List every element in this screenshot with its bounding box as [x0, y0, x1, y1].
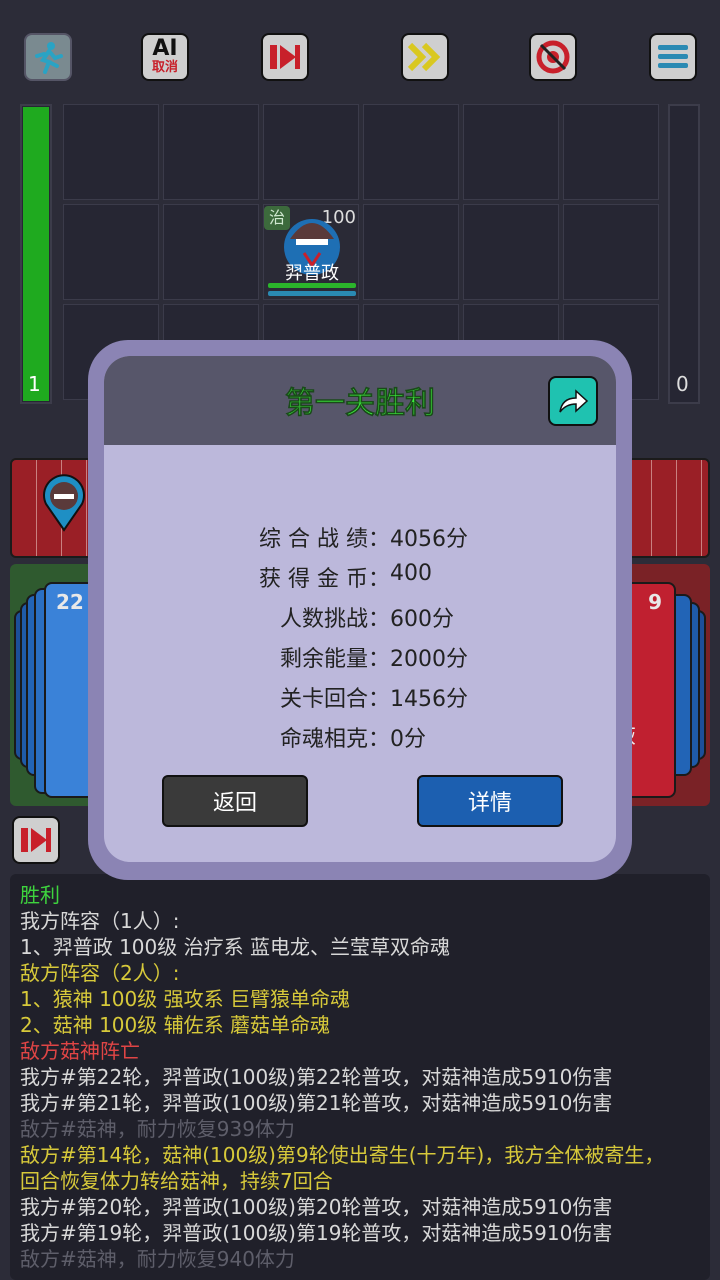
stat-row: 命魂相克： 0分 [104, 721, 616, 761]
right-energy-bar: 0 [668, 104, 700, 404]
stat-value: 400 [390, 561, 432, 586]
target-button[interactable] [529, 33, 577, 81]
share-arrow-icon [559, 389, 589, 413]
stat-row: 剩余能量： 2000分 [104, 641, 616, 681]
grid-cell[interactable] [563, 204, 659, 300]
victory-dialog: 第一关胜利 综 合 战 绩： 4056分获 得 金 币： 400 人数挑战： 600分剩… [88, 340, 632, 880]
skip-turn-button-bottom[interactable] [12, 816, 60, 864]
grid-cell[interactable] [163, 204, 259, 300]
stat-label: 综 合 战 绩： [259, 527, 390, 552]
player-deck-count: 22 [56, 590, 84, 614]
stat-label: 人数挑战： [279, 607, 390, 632]
grid-cell[interactable] [563, 104, 659, 200]
log-line: 敌方菇神阵亡 [20, 1039, 140, 1063]
left-energy-fill [23, 107, 49, 401]
fast-forward-button[interactable] [401, 33, 449, 81]
stat-value: 1456分 [390, 687, 468, 712]
hamburger-icon [658, 45, 688, 68]
stat-value: 600分 [390, 607, 454, 632]
log-line: 我方#第21轮，羿普政(100级)第21轮普攻，对菇神造成5910伤害 [20, 1091, 613, 1115]
unit-cell[interactable]: 治 100 羿普政 [263, 204, 359, 300]
stat-label: 剩余能量： [279, 647, 390, 672]
grid-cell[interactable] [363, 104, 459, 200]
grid-cell[interactable] [363, 204, 459, 300]
grid-cell[interactable] [63, 104, 159, 200]
log-line: 我方阵容（1人）: [20, 909, 180, 933]
stat-row: 综 合 战 绩： 4056分 [104, 521, 616, 561]
victory-title: 第一关胜利 [285, 386, 436, 422]
log-line: 敌方#菇神，耐力恢复940体力 [20, 1247, 295, 1271]
skip-next-icon [21, 828, 51, 852]
stat-value: 2000分 [390, 647, 468, 672]
log-line: 我方#第19轮，羿普政(100级)第19轮普攻，对菇神造成5910伤害 [20, 1221, 613, 1245]
double-chevron-icon [407, 42, 441, 72]
running-man-icon [35, 42, 63, 74]
right-energy-value: 0 [676, 372, 689, 396]
share-button[interactable] [548, 376, 598, 426]
target-icon [536, 40, 570, 74]
stat-label: 获 得 金 币： [259, 567, 390, 592]
grid-cell[interactable] [463, 204, 559, 300]
log-line: 胜利 [20, 883, 60, 907]
skip-turn-button[interactable] [261, 33, 309, 81]
unit-mp-bar [268, 291, 356, 296]
menu-button[interactable] [649, 33, 697, 81]
ai-cancel-button[interactable]: AI 取消 [141, 33, 189, 81]
stat-label: 命魂相克： [279, 727, 390, 752]
unit-name: 羿普政 [285, 263, 339, 284]
left-energy-value: 1 [28, 372, 41, 396]
grid-cell[interactable] [463, 104, 559, 200]
victory-dialog-header: 第一关胜利 [104, 356, 616, 445]
log-line: 1、羿普政 100级 治疗系 蓝电龙、兰莹草双命魂 [20, 935, 450, 959]
run-button[interactable] [24, 33, 72, 81]
back-button[interactable]: 返回 [162, 775, 308, 827]
grid-cell[interactable] [263, 104, 359, 200]
battle-log[interactable]: 胜利 我方阵容（1人）: 1、羿普政 100级 治疗系 蓝电龙、兰莹草双命魂 敌方阵容… [10, 874, 710, 1280]
log-line: 1、猿神 100级 强攻系 巨臂猿单命魂 [20, 987, 350, 1011]
stat-value: 0分 [390, 727, 426, 752]
skip-next-icon [270, 45, 300, 69]
grid-cell[interactable] [63, 204, 159, 300]
stat-row: 获 得 金 币： 400 [104, 561, 616, 601]
details-button[interactable]: 详情 [417, 775, 563, 827]
grid-cell[interactable] [163, 104, 259, 200]
left-energy-bar: 1 [20, 104, 52, 404]
ai-label: AI [152, 36, 178, 61]
unit-hp-bar [268, 283, 356, 288]
stat-value: 4056分 [390, 527, 468, 552]
enemy-deck-count: 9 [648, 590, 662, 614]
log-line: 2、菇神 100级 辅佐系 蘑菇单命魂 [20, 1013, 330, 1037]
stat-row: 关卡回合： 1456分 [104, 681, 616, 721]
log-line: 敌方#菇神，耐力恢复939体力 [20, 1117, 295, 1141]
log-line: 我方#第22轮，羿普政(100级)第22轮普攻，对菇神造成5910伤害 [20, 1065, 613, 1089]
stat-row: 人数挑战： 600分 [104, 601, 616, 641]
log-line: 敌方#第14轮，菇神(100级)第9轮使出寄生(十万年)，我方全体被寄生， [20, 1143, 665, 1167]
log-line: 回合恢复体力转给菇神，持续7回合 [20, 1169, 333, 1193]
victory-dialog-panel: 第一关胜利 综 合 战 绩： 4056分获 得 金 币： 400 人数挑战： 600分剩… [104, 356, 616, 862]
ai-cancel-label: 取消 [151, 60, 178, 75]
enemy-avatar-icon [43, 474, 85, 532]
log-line: 敌方阵容（2人）: [20, 961, 180, 985]
stat-label: 关卡回合： [279, 687, 390, 712]
log-line: 我方#第20轮，羿普政(100级)第20轮普攻，对菇神造成5910伤害 [20, 1195, 613, 1219]
